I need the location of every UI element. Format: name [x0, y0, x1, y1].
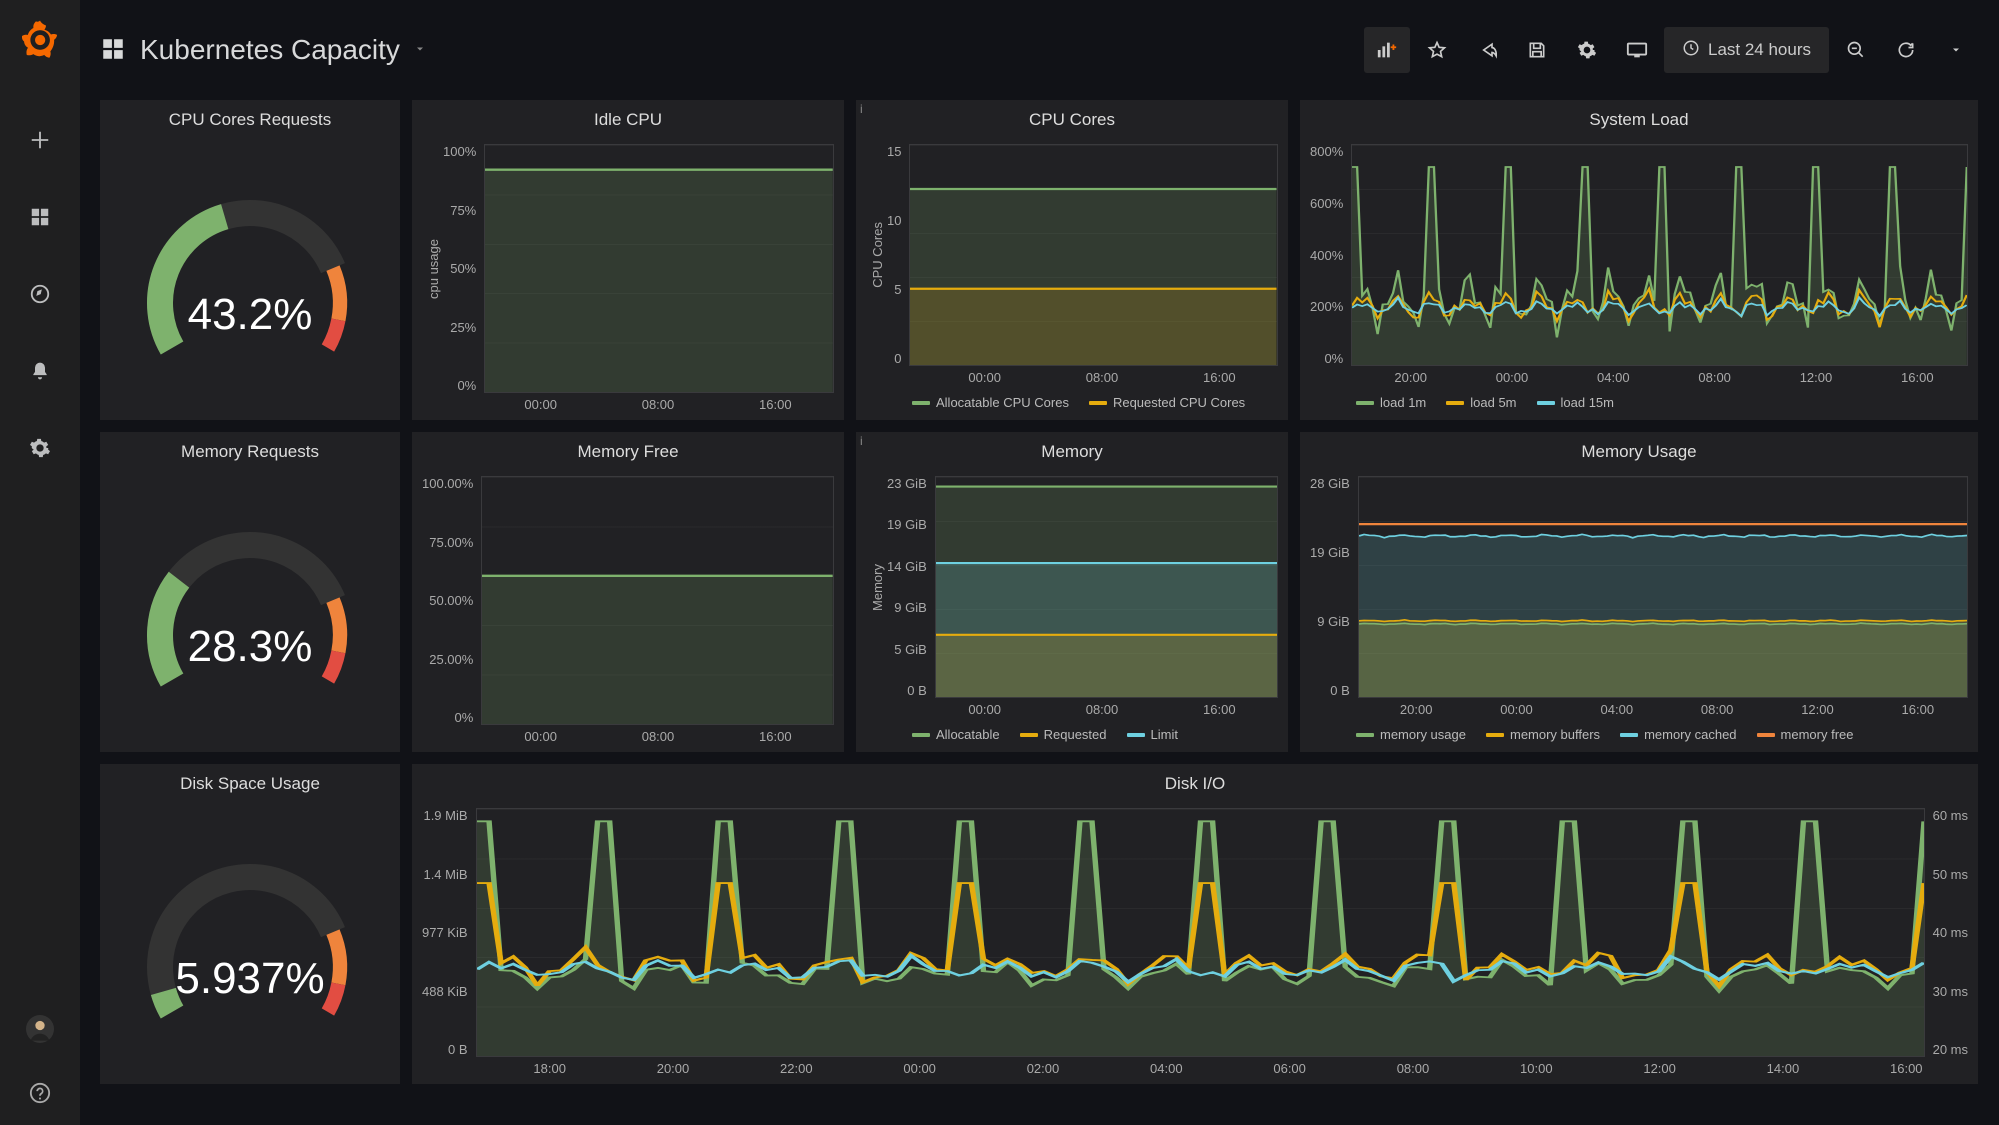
settings-button[interactable] [1564, 27, 1610, 73]
time-range-label: Last 24 hours [1708, 40, 1811, 60]
panel-title: Idle CPU [412, 100, 844, 136]
info-icon[interactable]: i [860, 102, 863, 116]
panel-memory[interactable]: i Memory Memory23 GiB19 GiB14 GiB9 GiB5 … [856, 432, 1288, 752]
refresh-button[interactable] [1883, 27, 1929, 73]
panel-memory-usage[interactable]: Memory Usage 28 GiB19 GiB9 GiB0 B20:0000… [1300, 432, 1978, 752]
panel-cpu-requests-gauge[interactable]: CPU Cores Requests 43.2% [100, 100, 400, 420]
gauge-value: 5.937% [100, 954, 400, 1004]
gauge-value: 43.2% [100, 290, 400, 340]
panel-title: System Load [1300, 100, 1978, 136]
add-panel-button[interactable] [1364, 27, 1410, 73]
gauge-value: 28.3% [100, 622, 400, 672]
plus-icon[interactable] [29, 129, 51, 154]
topbar: Kubernetes Capacity Last 24 hours [100, 20, 1979, 80]
refresh-interval-picker[interactable] [1933, 27, 1979, 73]
star-button[interactable] [1414, 27, 1460, 73]
dashboards-icon[interactable] [29, 206, 51, 231]
clock-icon [1682, 39, 1700, 62]
panel-disk-io[interactable]: Disk I/O 1.9 MiB1.4 MiB977 KiB488 KiB0 B… [412, 764, 1978, 1084]
time-range-picker[interactable]: Last 24 hours [1664, 27, 1829, 73]
panel-system-load[interactable]: System Load 800%600%400%200%0%20:0000:00… [1300, 100, 1978, 420]
dashboard-grid: CPU Cores Requests 43.2% Memory Requests… [100, 100, 1979, 1105]
panel-title: Memory [856, 432, 1288, 468]
panel-idle-cpu[interactable]: Idle CPU cpu usage100%75%50%25%0%00:0008… [412, 100, 844, 420]
info-icon[interactable]: i [860, 434, 863, 448]
help-icon[interactable] [29, 1082, 51, 1107]
panel-memory-free[interactable]: Memory Free 100.00%75.00%50.00%25.00%0%0… [412, 432, 844, 752]
zoom-out-button[interactable] [1833, 27, 1879, 73]
panel-title: Disk I/O [412, 764, 1978, 800]
sidebar [0, 0, 80, 1125]
config-icon[interactable] [29, 437, 51, 462]
panel-title: Disk Space Usage [100, 764, 400, 800]
panel-memory-requests-gauge[interactable]: Memory Requests 28.3% [100, 432, 400, 752]
alerting-icon[interactable] [30, 360, 50, 385]
share-button[interactable] [1464, 27, 1510, 73]
panel-title: Memory Usage [1300, 432, 1978, 468]
cycle-mode-button[interactable] [1614, 27, 1660, 73]
dashboard-title[interactable]: Kubernetes Capacity [140, 34, 400, 66]
chevron-down-icon[interactable] [414, 43, 426, 58]
save-button[interactable] [1514, 27, 1560, 73]
explore-icon[interactable] [29, 283, 51, 308]
grafana-logo-icon[interactable] [22, 20, 58, 63]
panel-title: Memory Requests [100, 432, 400, 468]
panel-title: CPU Cores [856, 100, 1288, 136]
panel-disk-usage-gauge[interactable]: Disk Space Usage 5.937% [100, 764, 400, 1084]
dashboards-icon[interactable] [100, 36, 126, 65]
panel-title: CPU Cores Requests [100, 100, 400, 136]
panel-cpu-cores[interactable]: i CPU Cores CPU Cores15105000:0008:0016:… [856, 100, 1288, 420]
user-avatar[interactable] [26, 1015, 54, 1046]
panel-title: Memory Free [412, 432, 844, 468]
